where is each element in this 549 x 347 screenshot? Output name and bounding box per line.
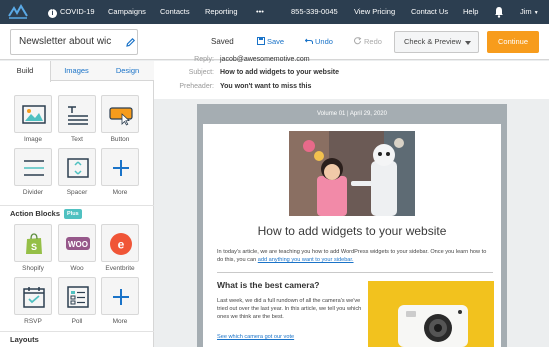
- block-woo[interactable]: WOO: [58, 224, 96, 262]
- nav-help[interactable]: Help: [463, 0, 478, 24]
- nav-more[interactable]: •••: [256, 0, 264, 24]
- block-more-label: More: [112, 189, 128, 196]
- editor-toolbar: Newsletter about wic Saved Save Undo Red…: [0, 24, 549, 60]
- layouts-heading[interactable]: Layouts: [0, 331, 154, 347]
- campaign-title-text: Newsletter about wic: [19, 36, 112, 47]
- svg-text:S: S: [31, 242, 37, 252]
- woo-icon: WOO: [66, 237, 90, 250]
- nav-contact-us[interactable]: Contact Us: [411, 0, 448, 24]
- eventbrite-icon: e: [110, 233, 132, 255]
- continue-button[interactable]: Continue: [487, 31, 539, 53]
- spacer-icon: [67, 158, 89, 178]
- block-button[interactable]: [101, 95, 139, 133]
- preheader-value: You won't want to miss this: [220, 83, 312, 90]
- block-image-label: Image: [23, 136, 43, 143]
- undo-button[interactable]: Undo: [304, 37, 333, 46]
- chevron-down-icon: ▼: [533, 10, 539, 16]
- action-block-more[interactable]: [101, 277, 139, 315]
- plus-icon: [113, 289, 129, 305]
- block-button-label: Button: [110, 136, 130, 143]
- block-spacer[interactable]: [58, 148, 96, 186]
- camera-image[interactable]: [368, 281, 494, 347]
- email-meta: Reply: jacob@awesomemotive.com Subject: …: [154, 56, 549, 99]
- nav-user[interactable]: Jim ▼: [520, 0, 539, 24]
- intro-paragraph: In today's article, we are teaching you …: [217, 249, 487, 263]
- block-rsvp[interactable]: [14, 277, 52, 315]
- nav-covid[interactable]: i COVID-19: [48, 0, 95, 24]
- block-eventbrite-label: Eventbrite: [105, 265, 135, 272]
- info-icon: i: [48, 9, 57, 18]
- email-headline: How to add widgets to your website: [257, 224, 447, 238]
- builder-sidebar: Build Images Design Image Text Button Di…: [0, 61, 154, 347]
- action-block-more-label: More: [112, 318, 128, 325]
- bell-icon[interactable]: [493, 6, 505, 18]
- chevron-down-icon: [465, 41, 471, 45]
- shopify-icon: S: [26, 233, 42, 254]
- reply-value: jacob@awesomemotive.com: [220, 56, 310, 63]
- content-divider: [217, 272, 493, 273]
- poll-icon: [67, 286, 89, 308]
- campaign-title-field[interactable]: Newsletter about wic: [10, 29, 138, 55]
- divider-icon: [24, 160, 44, 176]
- nav-view-pricing[interactable]: View Pricing: [354, 0, 395, 24]
- svg-text:WOO: WOO: [68, 240, 88, 249]
- sidebar-tabs: Build Images Design: [0, 61, 154, 82]
- hero-image[interactable]: [289, 131, 415, 216]
- tab-design[interactable]: Design: [102, 61, 153, 81]
- saved-status: Saved: [211, 37, 234, 46]
- block-shopify-label: Shopify: [22, 265, 44, 272]
- redo-icon: [354, 37, 362, 45]
- block-divider[interactable]: [14, 148, 52, 186]
- block-eventbrite[interactable]: e: [101, 224, 139, 262]
- nav-campaigns[interactable]: Campaigns: [108, 0, 146, 24]
- top-nav: i COVID-19 Campaigns Contacts Reporting •…: [0, 0, 549, 24]
- preheader-label: Preheader:: [179, 83, 214, 90]
- block-divider-label: Divider: [22, 189, 44, 196]
- tab-images[interactable]: Images: [51, 61, 102, 81]
- action-blocks-heading: Action Blocks Plus: [0, 205, 154, 221]
- block-more[interactable]: [101, 148, 139, 186]
- subject-label: Subject:: [188, 69, 214, 76]
- nav-phone: 855-339-0045: [291, 7, 338, 16]
- undo-icon: [304, 38, 313, 44]
- tab-build[interactable]: Build: [0, 61, 51, 82]
- intro-link[interactable]: add anything you want to your sidebar.: [258, 257, 354, 263]
- redo-button[interactable]: Redo: [354, 37, 382, 46]
- email-canvas[interactable]: Volume 01 | April 29, 2020 How to add wi…: [197, 104, 507, 347]
- section-body: Last week, we did a full rundown of all …: [217, 298, 362, 320]
- svg-text:e: e: [118, 238, 125, 252]
- save-button[interactable]: Save: [257, 37, 284, 46]
- nav-reporting[interactable]: Reporting: [205, 0, 238, 24]
- block-image[interactable]: [14, 95, 52, 133]
- subject-row[interactable]: Subject: How to add widgets to your webs…: [154, 69, 549, 81]
- block-rsvp-label: RSVP: [24, 318, 42, 325]
- plus-badge: Plus: [64, 209, 82, 219]
- subject-value: How to add widgets to your website: [220, 69, 340, 76]
- rsvp-icon: [23, 287, 45, 308]
- volume-line: Volume 01 | April 29, 2020: [317, 111, 387, 117]
- block-poll[interactable]: [58, 277, 96, 315]
- reply-row[interactable]: Reply: jacob@awesomemotive.com: [154, 56, 549, 68]
- block-text[interactable]: [58, 95, 96, 133]
- pencil-icon[interactable]: [125, 37, 136, 48]
- image-icon: [22, 105, 46, 124]
- section-title: What is the best camera?: [217, 280, 320, 290]
- block-shopify[interactable]: S: [14, 224, 52, 262]
- check-preview-button[interactable]: Check & Preview: [394, 31, 479, 53]
- text-icon: [68, 106, 88, 125]
- button-icon: [109, 107, 133, 126]
- save-icon: [257, 37, 265, 45]
- section-link[interactable]: See which camera got our vote: [217, 334, 294, 340]
- reply-label: Reply:: [194, 56, 214, 63]
- nav-contacts[interactable]: Contacts: [160, 0, 190, 24]
- logo-icon[interactable]: [8, 4, 28, 20]
- preheader-row[interactable]: Preheader: You won't want to miss this: [154, 83, 549, 95]
- email-body: How to add widgets to your website In to…: [203, 124, 501, 347]
- plus-icon: [113, 160, 129, 176]
